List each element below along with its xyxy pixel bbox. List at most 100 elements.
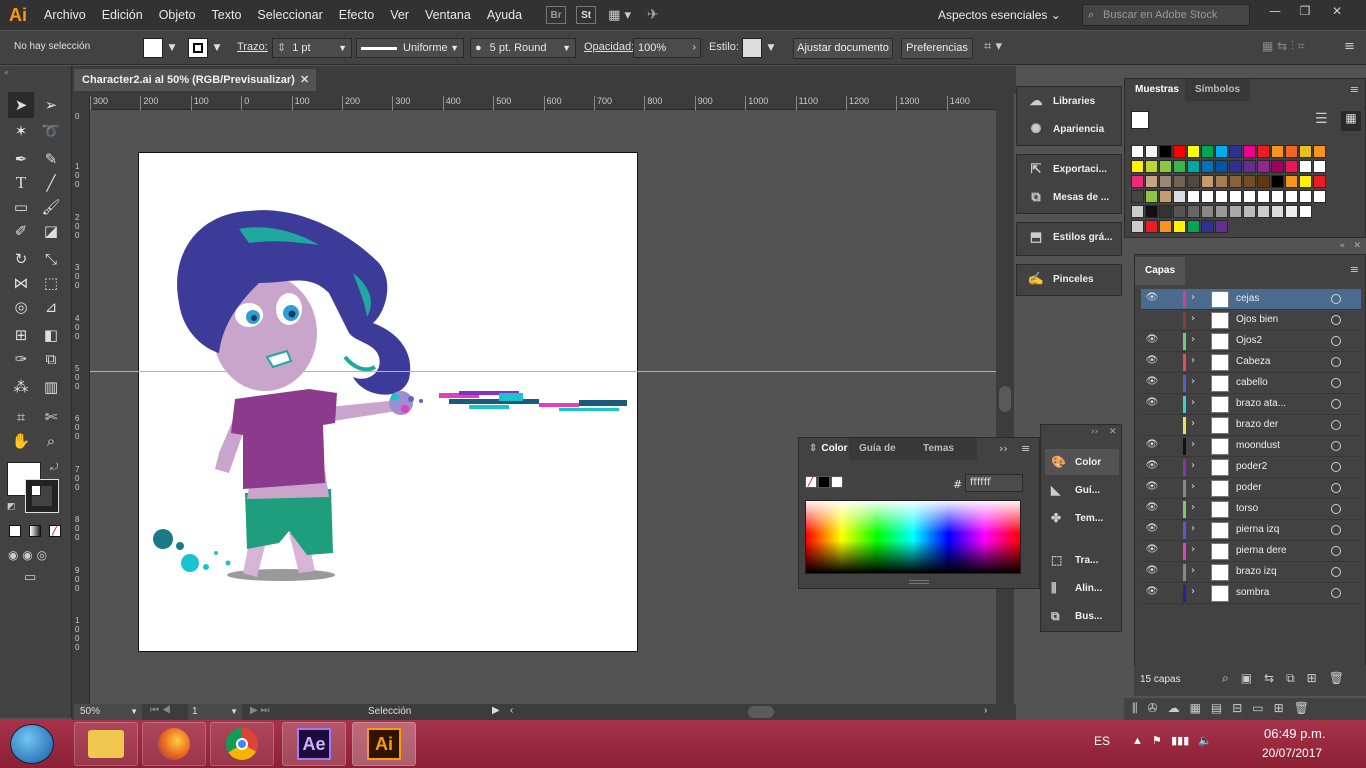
swatch[interactable] bbox=[1299, 145, 1312, 158]
menu-ventana[interactable]: Ventana bbox=[417, 0, 479, 30]
tab-color-themes[interactable]: Temas de c bbox=[913, 438, 977, 460]
swatch[interactable] bbox=[1159, 160, 1172, 173]
chevron-right-icon[interactable]: › bbox=[1191, 481, 1195, 492]
swatch[interactable] bbox=[1243, 190, 1256, 203]
collapse-toolbox-icon[interactable]: « bbox=[4, 68, 9, 77]
chevron-right-icon[interactable]: › bbox=[1191, 544, 1195, 555]
swatch[interactable] bbox=[1229, 190, 1242, 203]
floating-dock-item[interactable]: 🎨 Color bbox=[1045, 449, 1119, 475]
menu-ayuda[interactable]: Ayuda bbox=[479, 0, 530, 30]
none-mode-icon[interactable]: ╱ bbox=[49, 525, 61, 537]
menu-seleccionar[interactable]: Seleccionar bbox=[249, 0, 330, 30]
rotate-tool-icon[interactable]: ↻ bbox=[8, 246, 34, 272]
swatch[interactable] bbox=[1257, 160, 1270, 173]
menu-edicion[interactable]: Edición bbox=[94, 0, 151, 30]
floating-dock-item[interactable]: ⧉ Bus... bbox=[1045, 603, 1119, 629]
symbol-sprayer-tool-icon[interactable]: ⁂ bbox=[8, 374, 34, 400]
taskbar-explorer[interactable] bbox=[74, 722, 138, 766]
perspective-grid-tool-icon[interactable]: ⊿ bbox=[38, 294, 64, 320]
floating-dock-item[interactable]: ◣ Guí... bbox=[1045, 477, 1119, 503]
swatch[interactable] bbox=[1131, 190, 1144, 203]
layer-row[interactable]: 👁 › torso bbox=[1141, 499, 1361, 520]
stroke-swatch[interactable] bbox=[188, 38, 208, 58]
menu-objeto[interactable]: Objeto bbox=[151, 0, 204, 30]
stroke-weight-field[interactable]: ⇕ 1 pt ▼ bbox=[272, 38, 352, 58]
stroke-color-box[interactable] bbox=[25, 479, 59, 513]
layer-row[interactable]: 👁 › sombra bbox=[1141, 583, 1361, 604]
chevron-right-icon[interactable]: › bbox=[1191, 565, 1195, 576]
target-icon[interactable] bbox=[1331, 546, 1341, 556]
fit-document-button[interactable]: Ajustar documento bbox=[793, 38, 893, 59]
layer-name[interactable]: brazo izq bbox=[1236, 566, 1277, 577]
collapse-panel-icon[interactable]: « bbox=[1339, 241, 1345, 251]
selection-tool-icon[interactable]: ➤ bbox=[8, 92, 34, 118]
swatch[interactable] bbox=[1173, 145, 1186, 158]
swatch[interactable] bbox=[1313, 160, 1326, 173]
eye-icon[interactable]: 👁 bbox=[1145, 355, 1159, 369]
layer-row[interactable]: 👁 › brazo izq bbox=[1141, 562, 1361, 583]
fill-dropdown-icon[interactable]: ▼ bbox=[165, 38, 179, 58]
swatch[interactable] bbox=[1313, 190, 1326, 203]
floating-dock-item[interactable]: ⬚ Tra... bbox=[1045, 547, 1119, 573]
swatch[interactable] bbox=[1243, 175, 1256, 188]
chevron-right-icon[interactable]: › bbox=[1191, 418, 1195, 429]
close-panel-icon[interactable]: ✕ bbox=[1353, 241, 1361, 251]
chevron-right-icon[interactable]: › bbox=[1191, 502, 1195, 513]
restore-button[interactable]: ❐ bbox=[1290, 0, 1320, 22]
menu-texto[interactable]: Texto bbox=[204, 0, 250, 30]
layer-name[interactable]: pierna izq bbox=[1236, 524, 1279, 535]
swatch[interactable] bbox=[1201, 220, 1214, 233]
swatch[interactable] bbox=[1285, 160, 1298, 173]
scale-tool-icon[interactable]: ⤡ bbox=[38, 246, 64, 272]
layer-name[interactable]: cabello bbox=[1236, 377, 1268, 388]
vertical-scroll-thumb[interactable] bbox=[999, 386, 1011, 412]
opacity-field[interactable]: 100% › bbox=[633, 38, 701, 58]
rectangle-tool-icon[interactable]: ▭ bbox=[8, 194, 34, 220]
horizontal-ruler[interactable]: 300 200 100 0 100 200 300 400 500 600 700 800 900 100… bbox=[90, 94, 996, 110]
layer-row[interactable]: 👁 › cejas bbox=[1141, 289, 1361, 310]
workspace-switcher[interactable]: Aspectos esenciales ⌄ bbox=[930, 5, 1066, 25]
swatch[interactable] bbox=[1201, 160, 1214, 173]
swatch[interactable] bbox=[1159, 220, 1172, 233]
swatch[interactable] bbox=[1215, 145, 1228, 158]
swatch[interactable] bbox=[1299, 175, 1312, 188]
close-tab-icon[interactable]: ✕ bbox=[300, 69, 309, 91]
chevron-right-icon[interactable]: › bbox=[1191, 292, 1195, 303]
swatch[interactable] bbox=[1145, 205, 1158, 218]
line-tool-icon[interactable]: ╱ bbox=[38, 170, 64, 196]
fill-stroke-indicator[interactable] bbox=[1131, 111, 1149, 129]
swatch[interactable] bbox=[1187, 205, 1200, 218]
panel-menu-icon[interactable]: ≡ bbox=[1021, 442, 1030, 455]
swatch[interactable] bbox=[1145, 175, 1158, 188]
hand-tool-icon[interactable]: ✋ bbox=[8, 428, 34, 454]
swatch[interactable] bbox=[1173, 190, 1186, 203]
swatch[interactable] bbox=[1299, 190, 1312, 203]
swatch[interactable] bbox=[1285, 205, 1298, 218]
stroke-dropdown-icon[interactable]: ▼ bbox=[210, 38, 224, 58]
layer-row[interactable]: › brazo der bbox=[1141, 415, 1361, 436]
swatch[interactable] bbox=[1159, 175, 1172, 188]
stock-search-input[interactable]: ⌕ Buscar en Adobe Stock bbox=[1082, 4, 1250, 26]
swatch[interactable] bbox=[1257, 205, 1270, 218]
layer-name[interactable]: Ojos2 bbox=[1236, 335, 1262, 346]
lasso-tool-icon[interactable]: ➰ bbox=[38, 118, 64, 144]
swatch[interactable] bbox=[1173, 220, 1186, 233]
stroke-profile-select[interactable]: Uniforme ▼ bbox=[356, 38, 464, 58]
layer-name[interactable]: brazo der bbox=[1236, 419, 1278, 430]
paintbrush-tool-icon[interactable]: 🖌 bbox=[38, 194, 64, 220]
eye-icon[interactable]: 👁 bbox=[1145, 334, 1159, 348]
chevron-right-icon[interactable]: › bbox=[1191, 334, 1195, 345]
swatch[interactable] bbox=[1215, 175, 1228, 188]
layer-name[interactable]: Ojos bien bbox=[1236, 314, 1278, 325]
swatch[interactable] bbox=[1131, 175, 1144, 188]
opacity-label[interactable]: Opacidad: bbox=[584, 41, 634, 53]
direct-selection-tool-icon[interactable]: ➢ bbox=[38, 92, 64, 118]
drawing-modes-icon[interactable]: ◉ ◉ ◎ bbox=[8, 548, 47, 562]
brush-select[interactable]: ● 5 pt. Round ▼ bbox=[470, 38, 576, 58]
stock-button[interactable]: St bbox=[576, 6, 597, 24]
close-dock-icon[interactable]: ✕ bbox=[1109, 427, 1117, 437]
tab-capas[interactable]: Capas bbox=[1135, 257, 1186, 285]
status-menu-icon[interactable]: ▶ bbox=[492, 705, 500, 716]
swatch[interactable] bbox=[1187, 145, 1200, 158]
layer-name[interactable]: cejas bbox=[1236, 293, 1259, 304]
